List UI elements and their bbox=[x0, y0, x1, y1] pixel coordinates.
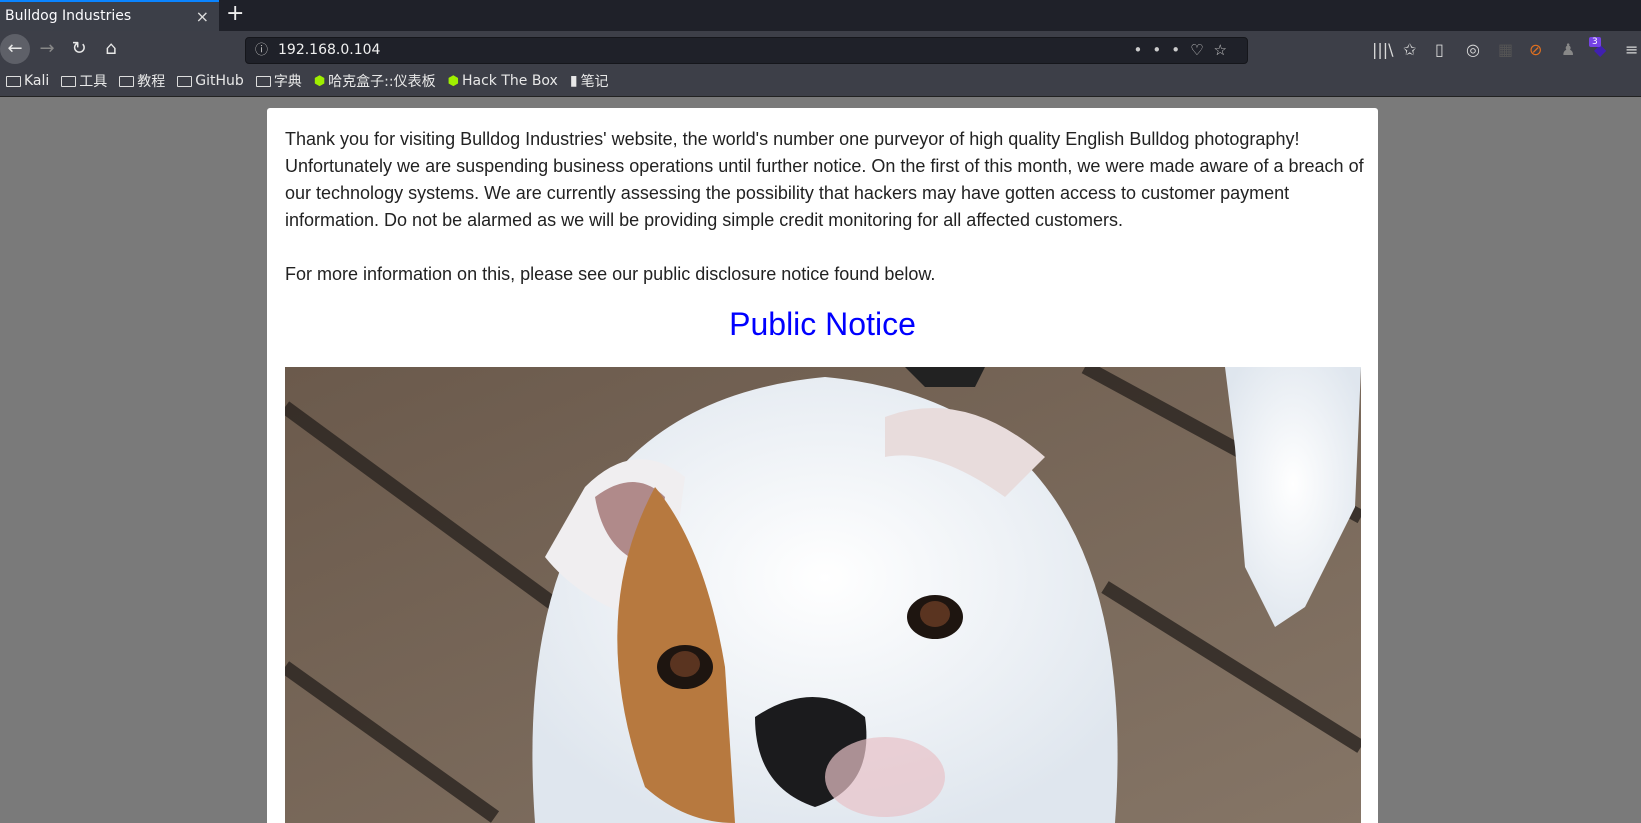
navigation-toolbar: ← → ↻ ⌂ ⓘ 192.168.0.104 •••♡☆ bbox=[0, 31, 1641, 66]
forward-button[interactable]: → bbox=[32, 34, 62, 64]
extension-icon[interactable]: ♟ bbox=[1561, 40, 1575, 59]
home-button[interactable]: ⌂ bbox=[96, 34, 126, 64]
library-icon[interactable]: |||\ bbox=[1372, 40, 1394, 59]
bookmark-dictionary[interactable]: 字典 bbox=[255, 71, 302, 91]
bookmark-tools[interactable]: 工具 bbox=[61, 71, 107, 91]
bookmark-htb-dashboard[interactable]: ⬢ 哈克盒子::仪表板 bbox=[314, 71, 436, 91]
more-actions-icon[interactable]: ••• bbox=[1134, 41, 1191, 59]
bookmark-hack-the-box[interactable]: ⬢ Hack The Box bbox=[448, 73, 558, 89]
info-icon[interactable]: ⓘ bbox=[255, 38, 268, 63]
public-notice-heading: Public Notice bbox=[729, 306, 916, 342]
content-card: Thank you for visiting Bulldog Industrie… bbox=[267, 108, 1378, 823]
tab-active[interactable]: Bulldog Industries × bbox=[0, 0, 219, 31]
pocket-icon[interactable]: ♡ bbox=[1190, 41, 1213, 59]
extension-icon[interactable]: ⊘ bbox=[1529, 40, 1542, 59]
menu-icon[interactable]: ≡ bbox=[1625, 40, 1638, 59]
bookmark-label: GitHub bbox=[195, 73, 244, 89]
bookmark-star-icon[interactable]: ☆ bbox=[1214, 41, 1237, 59]
bookmark-label: Hack The Box bbox=[461, 73, 558, 89]
back-button[interactable]: ← bbox=[0, 34, 30, 64]
folder-icon bbox=[255, 75, 271, 87]
intro-paragraph: Thank you for visiting Bulldog Industrie… bbox=[285, 129, 1364, 230]
bookmark-label: 字典 bbox=[273, 74, 302, 90]
bulldog-photo bbox=[285, 367, 1361, 823]
extension-badge: 3 bbox=[1589, 37, 1601, 47]
bookmark-github[interactable]: GitHub bbox=[177, 73, 244, 89]
url-text: 192.168.0.104 bbox=[278, 42, 381, 58]
bookmark-kali[interactable]: Kali bbox=[6, 73, 49, 89]
close-tab-icon[interactable]: × bbox=[196, 7, 209, 26]
reload-button[interactable]: ↻ bbox=[64, 34, 94, 64]
qr-code-icon[interactable]: ▦ bbox=[1498, 40, 1513, 59]
folder-icon bbox=[61, 75, 77, 87]
bookmark-label: 笔记 bbox=[580, 74, 609, 90]
new-tab-button[interactable]: + bbox=[226, 1, 244, 26]
url-bar[interactable]: ⓘ 192.168.0.104 •••♡☆ bbox=[245, 37, 1248, 64]
sidebar-icon[interactable]: ▯ bbox=[1435, 40, 1444, 59]
bookmark-label: 教程 bbox=[137, 74, 166, 90]
tab-bar: Bulldog Industries × + bbox=[0, 0, 1641, 31]
htb-cube-icon: ⬢ bbox=[447, 73, 459, 89]
bookmark-label: 哈克盒子::仪表板 bbox=[328, 74, 436, 90]
bookmarks-toolbar: Kali 工具 教程 GitHub 字典 ⬢ 哈克盒子::仪表板 ⬢ Hack Th… bbox=[0, 66, 1641, 97]
disclosure-paragraph: For more information on this, please see… bbox=[285, 264, 936, 284]
bookmark-tutorials[interactable]: 教程 bbox=[119, 71, 165, 91]
bookmark-label: Kali bbox=[24, 73, 50, 89]
folder-icon bbox=[177, 75, 193, 87]
htb-cube-icon: ⬢ bbox=[313, 73, 326, 89]
tab-title: Bulldog Industries bbox=[5, 8, 132, 24]
folder-icon bbox=[6, 75, 21, 87]
account-icon[interactable]: ◎ bbox=[1466, 40, 1480, 59]
folder-icon bbox=[119, 75, 135, 87]
bookmark-label: 工具 bbox=[79, 74, 108, 90]
document-icon: ▮ bbox=[569, 73, 578, 89]
bookmark-notes[interactable]: ▮ 笔记 bbox=[570, 71, 609, 91]
bookmarks-menu-icon[interactable]: ✩ bbox=[1403, 40, 1416, 59]
